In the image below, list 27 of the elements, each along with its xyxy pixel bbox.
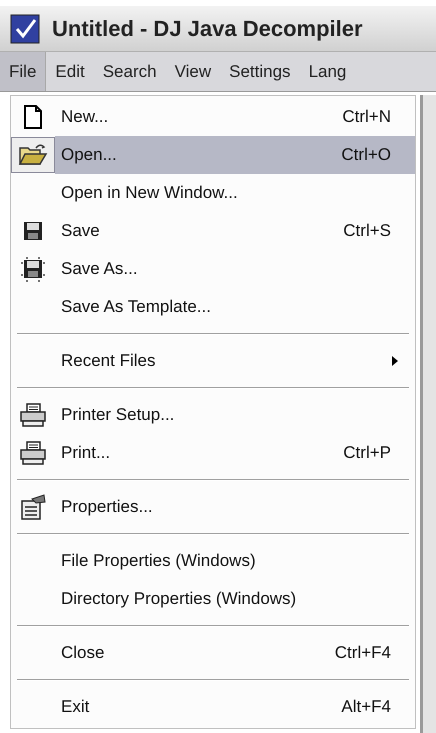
window-title: Untitled - DJ Java Decompiler [52,15,363,43]
floppy-sparkle-icon [19,255,47,283]
menu-bar-item[interactable]: File [0,52,46,91]
menu-item[interactable]: New... Ctrl+N [55,98,415,136]
menu-item[interactable]: Save As... [55,250,415,288]
menu-item[interactable]: Save Ctrl+S [55,212,415,250]
menu-item[interactable]: Properties... [55,488,415,526]
menu-item[interactable]: File Properties (Windows) [55,542,415,580]
menu-item[interactable]: Print... Ctrl+P [55,434,415,472]
menu-bar-item[interactable]: View [166,52,220,91]
menu-item[interactable]: Recent Files [55,342,415,380]
printer-icon [18,402,48,428]
app-icon [10,14,40,44]
menu-item[interactable]: Save As Template... [55,288,415,326]
menu-item[interactable]: Printer Setup... [55,396,415,434]
submenu-arrow-icon [391,355,399,367]
menu-bar-item[interactable]: Settings [220,52,300,91]
printer-icon [18,440,48,466]
menu-item[interactable]: Open in New Window... [55,174,415,212]
menu-bar-item[interactable]: Edit [46,52,94,91]
menu-item[interactable]: Close Ctrl+F4 [55,634,415,672]
folder-icon [18,142,48,168]
menu-item[interactable]: Exit Alt+F4 [55,688,415,726]
menu-item[interactable]: Open... Ctrl+O [55,136,415,174]
menu-bar-item[interactable]: Lang [300,52,356,91]
menu-item[interactable]: Directory Properties (Windows) [55,580,415,618]
menu-bar-item[interactable]: Search [94,52,166,91]
